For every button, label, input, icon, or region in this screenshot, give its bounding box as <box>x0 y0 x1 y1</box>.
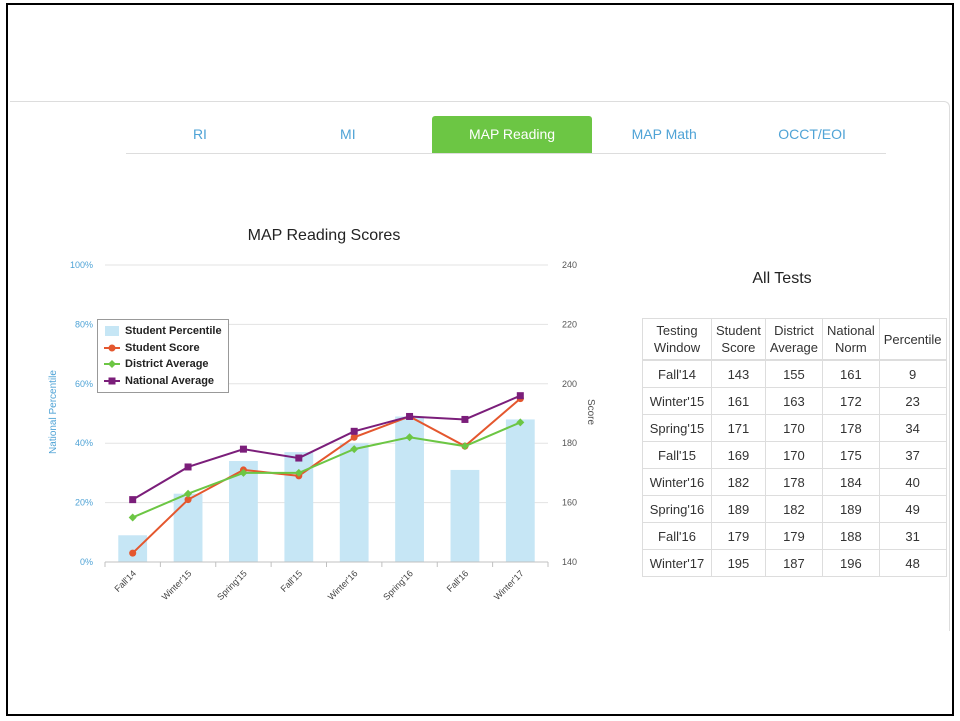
header-percentile: Percentile <box>878 318 947 361</box>
chart-legend: Student Percentile Student Score Distric… <box>97 319 229 393</box>
chart-grid <box>105 264 548 563</box>
legend-label: District Average <box>125 358 209 371</box>
header-national-norm: National Norm <box>822 318 880 361</box>
student-percentile-bar <box>505 419 535 562</box>
table-row: Winter'17 195 187 196 48 <box>642 549 947 577</box>
data-point <box>184 463 192 471</box>
y-axis-left-label: National Percentile <box>48 370 59 454</box>
tab-map-math[interactable]: MAP Math <box>590 116 738 153</box>
student-percentile-bar <box>450 469 480 562</box>
table-row: Winter'15 161 163 172 23 <box>642 387 947 415</box>
circle-marker-icon <box>104 342 120 354</box>
student-percentile-bar <box>339 443 369 562</box>
data-point <box>406 412 414 420</box>
y-tick-label-left: 100% <box>70 260 93 270</box>
x-tick-label: Winter'16 <box>326 568 360 602</box>
all-tests-title: All Tests <box>752 270 812 287</box>
data-point <box>239 445 247 453</box>
chart-svg: MAP Reading Scores National Percentile S… <box>48 227 596 602</box>
x-tick-label: Fall'16 <box>445 568 471 594</box>
x-tick-label: Spring'16 <box>381 568 415 602</box>
y-tick-label-left: 60% <box>75 379 93 389</box>
header-student-score: Student Score <box>711 318 766 361</box>
table-header-row: Testing Window Student Score District Avera… <box>642 318 947 361</box>
student-percentile-bar <box>173 493 203 562</box>
square-marker-icon <box>104 375 120 387</box>
y-tick-label-right: 160 <box>562 498 577 508</box>
bar-swatch-icon <box>104 325 120 337</box>
diamond-marker-icon <box>104 358 120 370</box>
y-tick-label-left: 20% <box>75 498 93 508</box>
table-row: Spring'15 171 170 178 34 <box>642 414 947 442</box>
table-row: Fall'14 143 155 161 9 <box>642 359 947 388</box>
y-axis-right-label: Score <box>585 399 596 426</box>
table-row: Spring'16 189 182 189 49 <box>642 495 947 523</box>
data-point <box>128 513 137 522</box>
y-tick-label-left: 40% <box>75 438 93 448</box>
data-point <box>461 415 469 423</box>
legend-item-student-percentile[interactable]: Student Percentile <box>104 323 222 340</box>
chart-title: MAP Reading Scores <box>248 227 401 244</box>
table-row: Fall'16 179 179 188 31 <box>642 522 947 550</box>
tab-ri[interactable]: RI <box>126 116 274 153</box>
data-point <box>516 392 524 400</box>
legend-label: Student Score <box>125 341 200 354</box>
test-type-tabs: RI MI MAP Reading MAP Math OCCT/EOI <box>126 116 886 154</box>
y-tick-label-right: 240 <box>562 260 577 270</box>
y-tick-label-right: 140 <box>562 557 577 567</box>
table-row: Winter'16 182 178 184 40 <box>642 468 947 496</box>
x-tick-label: Winter'17 <box>492 568 526 602</box>
x-tick-label: Spring'15 <box>215 568 249 602</box>
data-point <box>295 454 303 462</box>
chart-bars <box>118 416 535 562</box>
legend-item-national-average[interactable]: National Average <box>104 373 222 390</box>
x-tick-label: Fall'15 <box>279 568 305 594</box>
data-point <box>350 427 358 435</box>
data-point <box>129 496 137 504</box>
all-tests-table: Testing Window Student Score District Avera… <box>642 318 947 577</box>
legend-label: Student Percentile <box>125 325 222 338</box>
legend-item-district-average[interactable]: District Average <box>104 356 222 373</box>
x-tick-label: Winter'15 <box>160 568 194 602</box>
tab-mi[interactable]: MI <box>274 116 422 153</box>
tab-occt-eoi[interactable]: OCCT/EOI <box>738 116 886 153</box>
y-tick-label-right: 220 <box>562 319 577 329</box>
y-tick-label-left: 80% <box>75 319 93 329</box>
legend-item-student-score[interactable]: Student Score <box>104 340 222 357</box>
y-tick-label-right: 200 <box>562 379 577 389</box>
map-reading-chart: MAP Reading Scores National Percentile S… <box>40 215 620 635</box>
header-district-average: District Average <box>764 318 824 361</box>
legend-label: National Average <box>125 374 215 387</box>
student-percentile-bar <box>118 535 148 562</box>
data-point <box>129 549 137 557</box>
table-row: Fall'15 169 170 175 37 <box>642 441 947 469</box>
x-tick-label: Fall'14 <box>112 568 138 594</box>
y-tick-label-right: 180 <box>562 438 577 448</box>
tab-map-reading[interactable]: MAP Reading <box>431 116 593 153</box>
y-tick-label-left: 0% <box>80 557 93 567</box>
header-testing-window: Testing Window <box>642 318 712 361</box>
